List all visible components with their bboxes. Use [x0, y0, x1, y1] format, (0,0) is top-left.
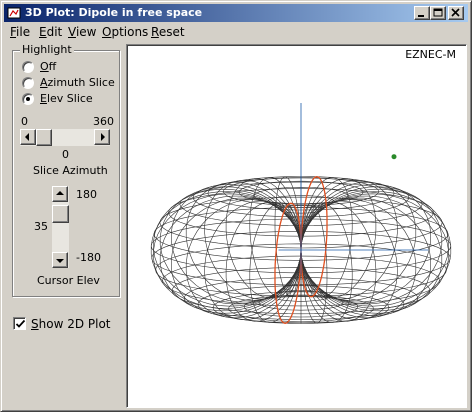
scroll-left-button[interactable] — [20, 129, 36, 145]
cursor-marker — [391, 154, 397, 160]
elev-max-label: 180 — [76, 188, 97, 201]
app-icon[interactable] — [6, 5, 22, 21]
elev-min-label: -180 — [76, 251, 101, 264]
window-title: 3D Plot: Dipole in free space — [25, 6, 203, 19]
elev-value: 35 — [34, 220, 48, 233]
close-button[interactable] — [448, 6, 464, 20]
arrow-right-icon — [101, 133, 105, 141]
show-2d-plot-checkbox[interactable] — [13, 317, 26, 330]
menu-view[interactable]: View — [68, 25, 96, 39]
radio-off-button[interactable] — [22, 61, 34, 73]
title-bar[interactable]: 3D Plot: Dipole in free space — [4, 4, 468, 22]
slice-azimuth-scrollbar[interactable] — [20, 129, 110, 146]
show-2d-plot-label[interactable]: Show 2D Plot — [31, 317, 111, 331]
arrow-down-icon — [56, 259, 64, 263]
slice-azimuth-label: Slice Azimuth — [33, 164, 108, 177]
cursor-elev-label: Cursor Elev — [37, 274, 100, 287]
scroll-thumb[interactable] — [52, 205, 69, 223]
scroll-down-button[interactable] — [52, 252, 68, 268]
maximize-button[interactable] — [430, 6, 446, 20]
scroll-right-button[interactable] — [94, 129, 110, 145]
arrow-up-icon — [56, 191, 64, 195]
radio-selected-dot — [26, 97, 30, 101]
dipole-3d-pattern — [150, 103, 452, 324]
plot-program-label: EZNEC-M — [405, 48, 456, 61]
radio-azimuth-slice-button[interactable] — [22, 77, 34, 89]
menu-edit[interactable]: Edit — [39, 25, 62, 39]
maximize-icon — [433, 8, 443, 17]
minimize-icon — [418, 15, 424, 17]
menu-bar: File Edit View Options Reset — [4, 23, 468, 41]
radio-elev-slice-button[interactable] — [22, 93, 34, 105]
azimuth-max-label: 360 — [93, 115, 114, 128]
plot-window: 3D Plot: Dipole in free space File Edit … — [0, 0, 472, 412]
minimize-button[interactable] — [414, 6, 430, 20]
azimuth-min-label: 0 — [21, 115, 28, 128]
cursor-elev-scrollbar[interactable] — [52, 186, 69, 268]
menu-options[interactable]: Options — [102, 25, 148, 39]
highlight-group-title: Highlight — [20, 43, 74, 56]
plot-area[interactable]: EZNEC-M — [126, 44, 467, 408]
menu-file[interactable]: File — [10, 25, 30, 39]
close-icon — [451, 8, 460, 17]
menu-reset[interactable]: Reset — [151, 25, 185, 39]
arrow-left-icon — [25, 133, 29, 141]
scroll-thumb[interactable] — [36, 129, 52, 146]
azimuth-value: 0 — [62, 148, 69, 161]
scroll-up-button[interactable] — [52, 186, 68, 202]
checkmark-icon — [15, 319, 26, 328]
